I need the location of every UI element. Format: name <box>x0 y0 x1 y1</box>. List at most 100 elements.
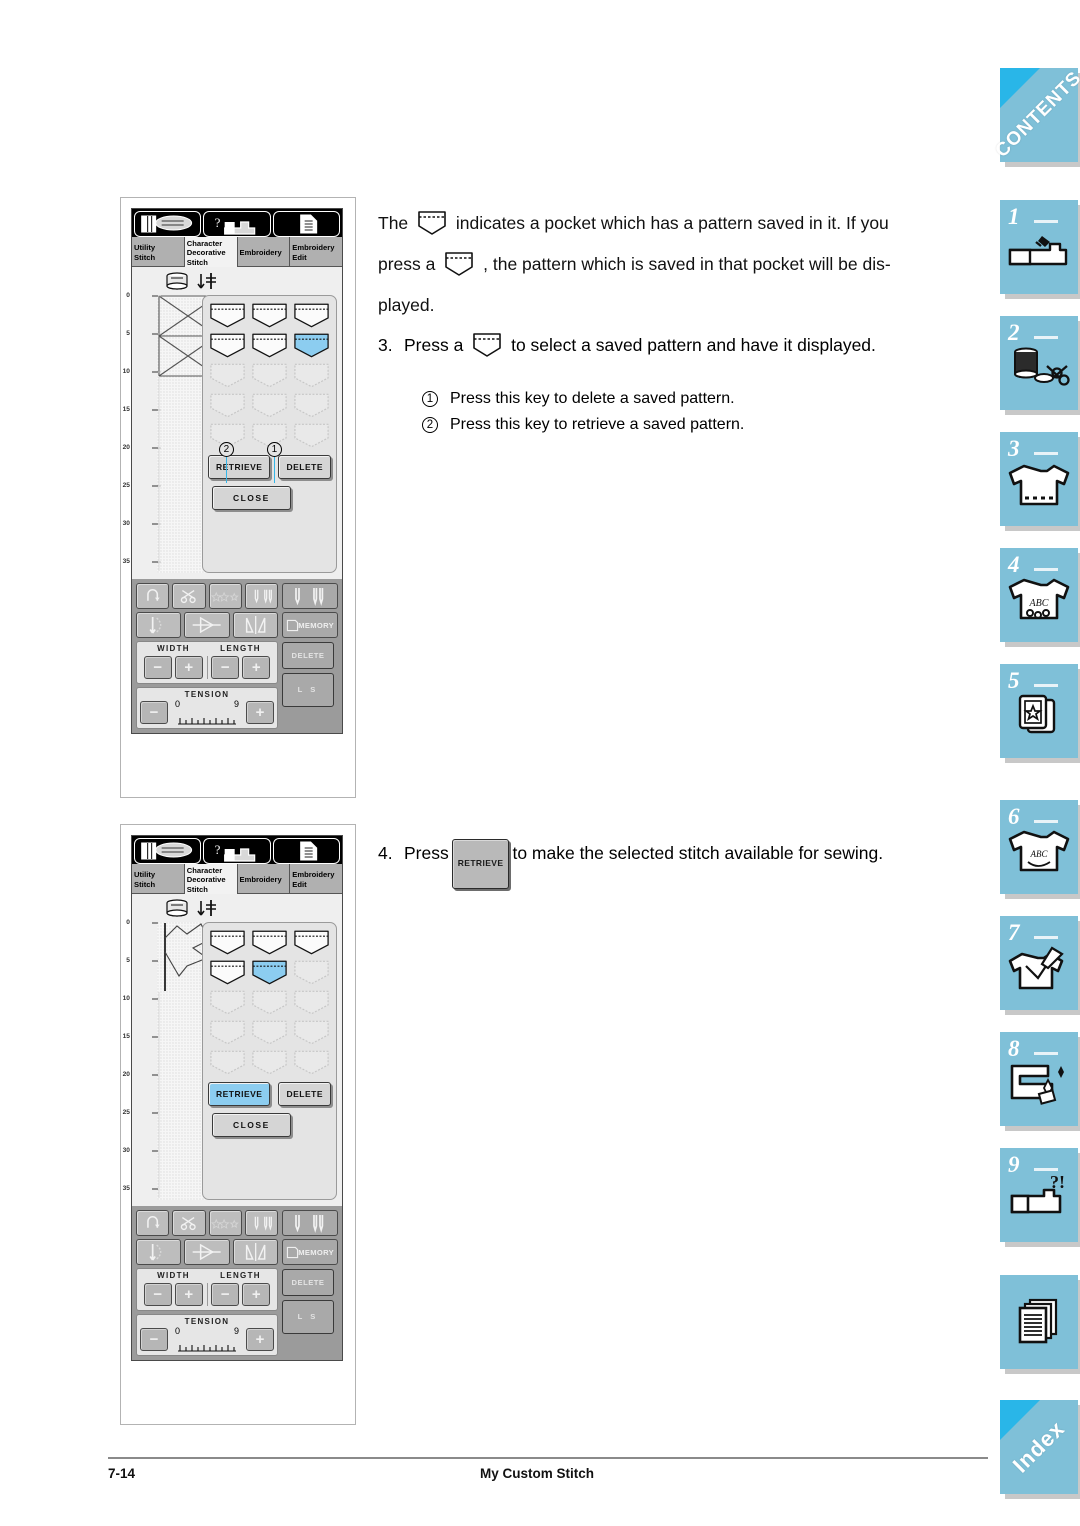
presser-foot-icon[interactable] <box>184 1239 230 1265</box>
mirror-image-icon[interactable] <box>232 1239 278 1265</box>
needle-position-icon[interactable] <box>244 583 278 609</box>
substep-1-marker: 1 <box>422 386 450 412</box>
ls-button[interactable]: L S <box>282 1300 334 1334</box>
decorative-stars-icon[interactable] <box>208 583 242 609</box>
pocket-slot[interactable] <box>208 302 247 329</box>
lcd-tab-row-2: Utility Stitch Character Decorative Stitch … <box>132 864 342 894</box>
settings-list-icon[interactable] <box>272 211 340 237</box>
pocket-slot-empty[interactable] <box>292 1049 331 1076</box>
length-minus-button[interactable]: − <box>211 1283 240 1306</box>
memory-button[interactable]: MEMORY <box>282 612 338 638</box>
sidebar-item-chapter-8[interactable]: 8 <box>1000 1032 1078 1126</box>
tension-minus-button[interactable]: − <box>140 1327 168 1351</box>
tension-minus-button[interactable]: − <box>140 700 168 724</box>
sidebar-item-index[interactable]: Index <box>1000 1400 1078 1494</box>
close-key[interactable]: CLOSE <box>211 1113 291 1137</box>
pocket-slot[interactable] <box>208 332 247 359</box>
lcd-tab-character-decorative-stitch[interactable]: Character Decorative Stitch <box>184 864 238 894</box>
pocket-slot-empty[interactable] <box>208 1019 247 1046</box>
sidebar-item-chapter-1[interactable]: 1 <box>1000 200 1078 294</box>
pocket-slot-empty[interactable] <box>292 959 331 986</box>
sidebar-item-chapter-2[interactable]: 2 <box>1000 316 1078 410</box>
lcd-tab-character-decorative-stitch[interactable]: Character Decorative Stitch <box>184 237 238 267</box>
pocket-slot-empty[interactable] <box>250 392 289 419</box>
pocket-slot-empty[interactable] <box>250 362 289 389</box>
pocket-slot-empty[interactable] <box>250 989 289 1016</box>
pocket-slot-empty[interactable] <box>208 989 247 1016</box>
chapter-sidebar: CONTENTS 1 2 3 4 ABC 5 6 ABC 7 8 9 ?! In… <box>991 0 1080 1526</box>
lcd-tab-embroidery-edit[interactable]: Embroidery Edit <box>290 237 342 267</box>
sidebar-item-chapter-7[interactable]: 7 <box>1000 916 1078 1010</box>
delete-key[interactable]: DELETE <box>278 455 331 479</box>
retrieve-key-highlighted[interactable]: RETRIEVE <box>207 1082 271 1106</box>
needle-mode-icon[interactable] <box>282 1210 338 1236</box>
pocket-slot-empty[interactable] <box>208 362 247 389</box>
pocket-slot[interactable] <box>292 929 331 956</box>
sidebar-item-contents[interactable]: CONTENTS <box>991 67 1080 162</box>
width-minus-button[interactable]: − <box>143 656 172 679</box>
lcd-tab-embroidery[interactable]: Embroidery <box>237 864 291 894</box>
delete-key[interactable]: DELETE <box>278 1082 331 1106</box>
tshirt-stitch-icon <box>1008 464 1070 506</box>
thread-cutter-icon[interactable] <box>172 1210 206 1236</box>
tension-plus-button[interactable]: + <box>246 1327 274 1351</box>
sidebar-item-chapter-6[interactable]: 6 ABC <box>1000 800 1078 894</box>
sidebar-item-chapter-3[interactable]: 3 <box>1000 432 1078 526</box>
settings-list-icon[interactable] <box>272 838 340 864</box>
pocket-slot-empty[interactable] <box>250 1019 289 1046</box>
stitch-chart-icon[interactable] <box>134 838 202 864</box>
lcd-tab-utility-stitch[interactable]: Utility Stitch <box>132 864 185 894</box>
delete-button[interactable]: DELETE <box>282 642 334 669</box>
pocket-slot-selected[interactable] <box>292 332 331 359</box>
presser-foot-icon[interactable] <box>184 612 230 638</box>
sidebar-item-chapter-5[interactable]: 5 <box>1000 664 1078 758</box>
pocket-slot-empty[interactable] <box>292 1019 331 1046</box>
pocket-slot[interactable] <box>208 959 247 986</box>
width-minus-button[interactable]: − <box>143 1283 172 1306</box>
pocket-slot-selected[interactable] <box>250 959 289 986</box>
needle-threader-icon[interactable] <box>136 1239 182 1265</box>
stitch-chart-icon[interactable] <box>134 211 202 237</box>
pocket-slot[interactable] <box>250 302 289 329</box>
help-machine-icon[interactable]: ? <box>203 838 271 864</box>
lcd-tab-embroidery[interactable]: Embroidery <box>237 237 291 267</box>
width-plus-button[interactable]: + <box>174 1283 203 1306</box>
pocket-slot-empty[interactable] <box>208 392 247 419</box>
lcd-tab-utility-stitch[interactable]: Utility Stitch <box>132 237 185 267</box>
sidebar-item-appendix[interactable] <box>1000 1275 1078 1369</box>
thread-cutter-icon[interactable] <box>172 583 206 609</box>
sidebar-item-chapter-9[interactable]: 9 ?! <box>1000 1148 1078 1242</box>
pocket-slot[interactable] <box>292 302 331 329</box>
length-plus-button[interactable]: + <box>242 656 271 679</box>
retrieve-key[interactable]: RETRIEVE <box>207 455 271 479</box>
length-stepper: − + <box>208 656 275 679</box>
decorative-stars-icon[interactable] <box>208 1210 242 1236</box>
pocket-slot-empty[interactable] <box>292 362 331 389</box>
help-machine-icon[interactable]: ? <box>203 211 271 237</box>
length-plus-button[interactable]: + <box>242 1283 271 1306</box>
sidebar-item-chapter-4[interactable]: 4 ABC <box>1000 548 1078 642</box>
length-minus-button[interactable]: − <box>211 656 240 679</box>
pocket-slot[interactable] <box>208 929 247 956</box>
pocket-slot-empty[interactable] <box>292 989 331 1016</box>
intro-part3: press a <box>378 254 436 274</box>
pocket-slot-empty[interactable] <box>250 1049 289 1076</box>
pocket-slot-empty[interactable] <box>292 422 331 449</box>
pocket-slot-empty[interactable] <box>208 1049 247 1076</box>
pocket-slot[interactable] <box>250 332 289 359</box>
mirror-image-icon[interactable] <box>232 612 278 638</box>
close-key[interactable]: CLOSE <box>211 486 291 510</box>
lcd-tab-embroidery-edit[interactable]: Embroidery Edit <box>290 864 342 894</box>
width-plus-button[interactable]: + <box>174 656 203 679</box>
delete-button[interactable]: DELETE <box>282 1269 334 1296</box>
needle-threader-icon[interactable] <box>136 612 182 638</box>
memory-button[interactable]: MEMORY <box>282 1239 338 1265</box>
needle-mode-icon[interactable] <box>282 583 338 609</box>
reverse-stitch-icon[interactable] <box>136 583 170 609</box>
tension-plus-button[interactable]: + <box>246 700 274 724</box>
pocket-slot-empty[interactable] <box>292 392 331 419</box>
ls-button[interactable]: L S <box>282 673 334 707</box>
pocket-slot[interactable] <box>250 929 289 956</box>
reverse-stitch-icon[interactable] <box>136 1210 170 1236</box>
needle-position-icon[interactable] <box>244 1210 278 1236</box>
